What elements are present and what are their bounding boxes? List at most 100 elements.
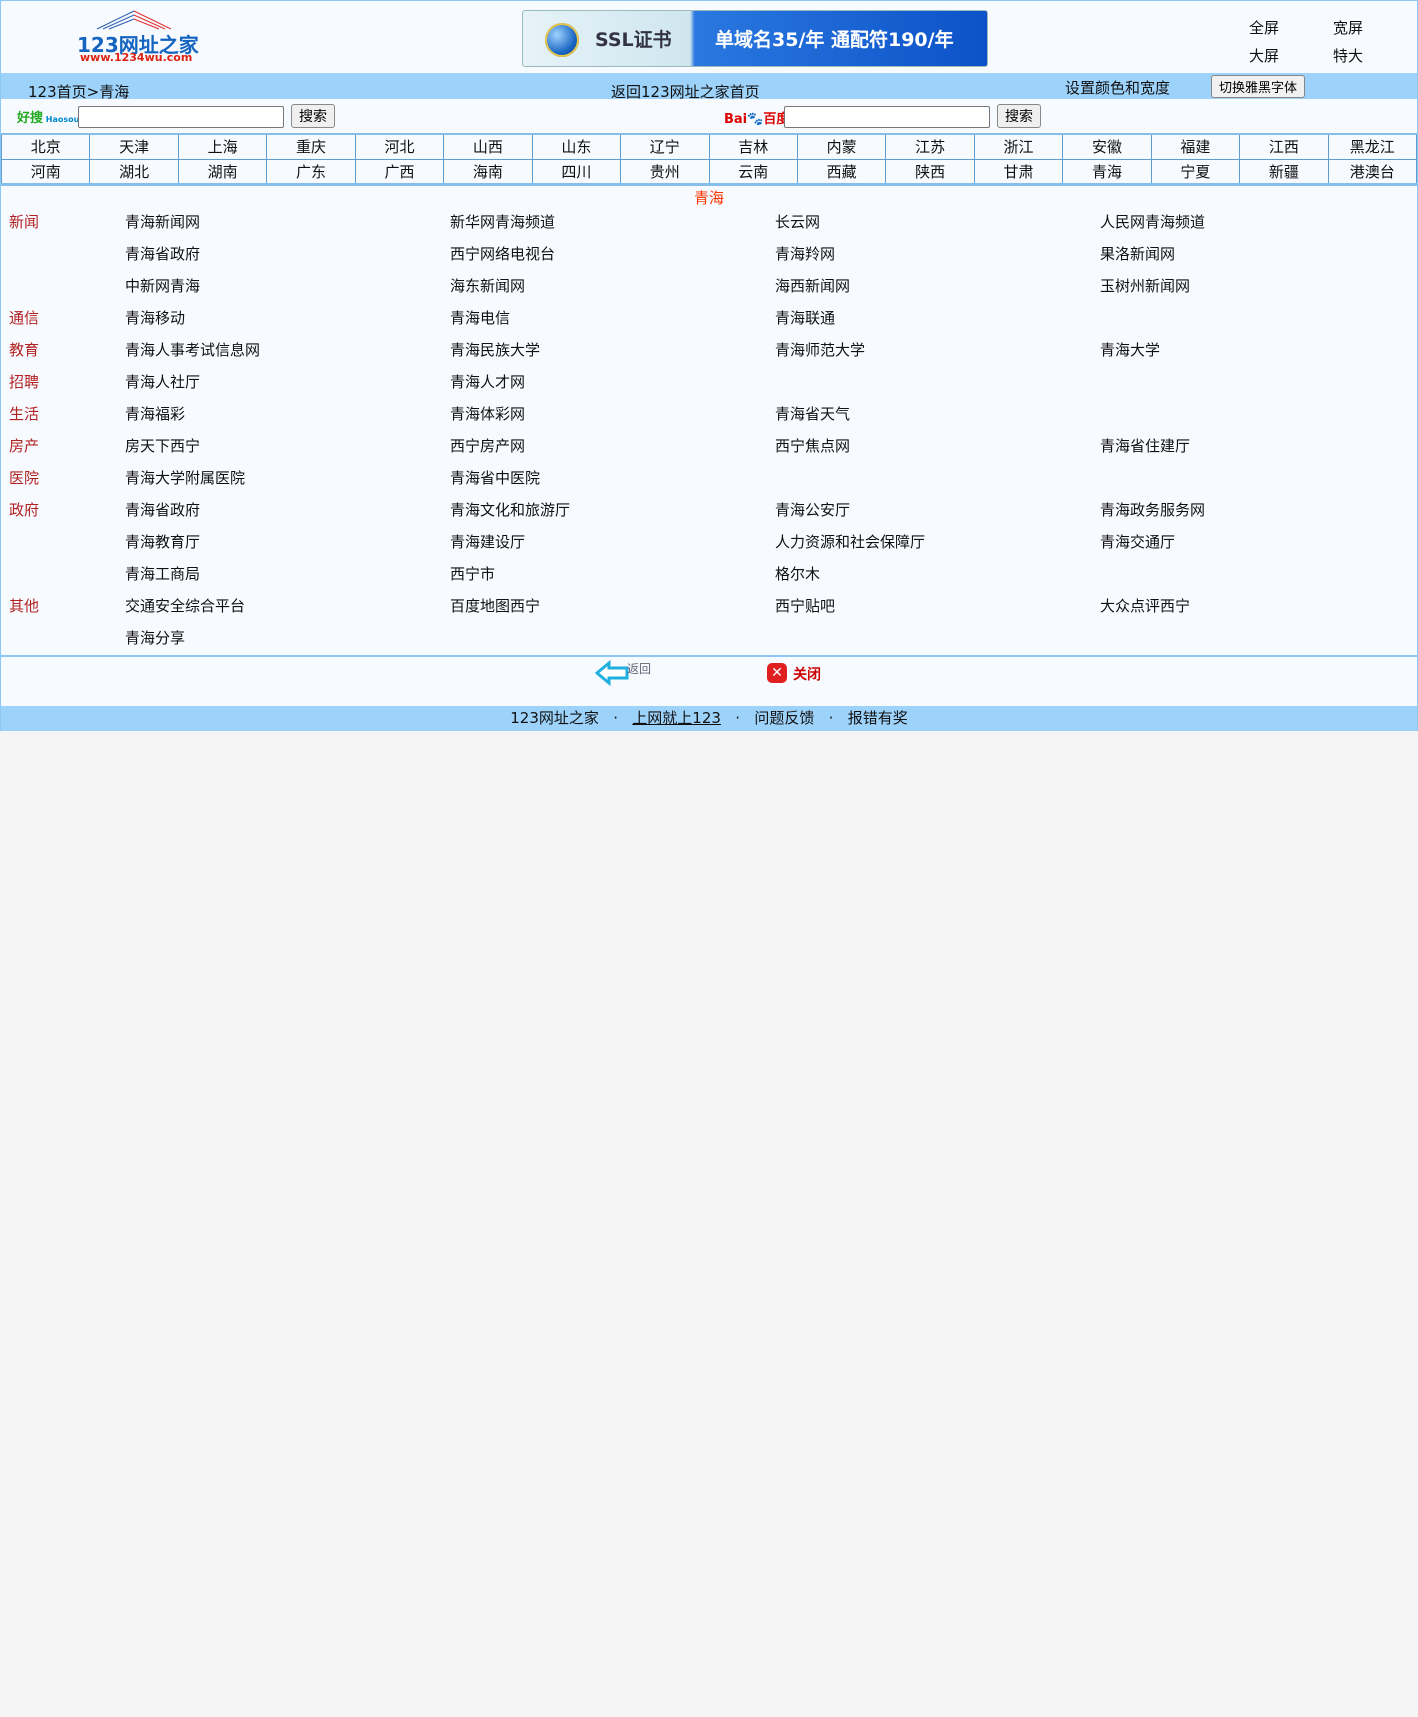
site-link[interactable]: 新华网青海频道 [450,211,555,232]
switch-font-button[interactable]: 切换雅黑字体 [1211,75,1306,98]
site-link[interactable]: 交通安全综合平台 [125,595,245,616]
site-link[interactable]: 青海省政府 [125,499,200,520]
site-link[interactable]: 青海交通厅 [1100,531,1175,552]
site-link[interactable]: 青海大学 [1100,339,1160,360]
site-link[interactable]: 青海省中医院 [450,467,540,488]
site-link[interactable]: 青海省政府 [125,243,200,264]
site-link[interactable]: 人民网青海频道 [1100,211,1205,232]
settings-link[interactable]: 设置颜色和宽度 [1065,77,1170,98]
size-fullscreen[interactable]: 全屏 [1249,17,1279,38]
province-link[interactable]: 湖北 [89,158,179,185]
province-link[interactable]: 辽宁 [620,133,710,160]
province-link[interactable]: 江苏 [885,133,975,160]
site-link[interactable]: 青海政务服务网 [1100,499,1205,520]
site-link[interactable]: 青海大学附属医院 [125,467,245,488]
site-link[interactable]: 青海人才网 [450,371,525,392]
province-link[interactable]: 河南 [0,158,91,185]
site-link[interactable]: 百度地图西宁 [450,595,540,616]
site-link[interactable]: 青海省住建厅 [1100,435,1190,456]
province-link[interactable]: 西藏 [796,158,887,185]
site-link[interactable]: 果洛新闻网 [1100,243,1175,264]
haosou-search-input[interactable] [78,106,284,128]
province-link[interactable]: 港澳台 [1327,158,1418,185]
site-link[interactable]: 青海省天气 [775,403,850,424]
site-link[interactable]: 青海移动 [125,307,185,328]
province-link[interactable]: 山东 [531,133,622,160]
site-link[interactable]: 长云网 [775,211,820,232]
footer-link-feedback[interactable]: 问题反馈 [754,709,814,727]
province-link[interactable]: 广西 [354,158,445,185]
site-link[interactable]: 青海福彩 [125,403,185,424]
site-link[interactable]: 青海分享 [125,627,185,648]
baidu-search-button[interactable]: 搜索 [997,104,1041,128]
site-link[interactable]: 人力资源和社会保障厅 [775,531,925,552]
province-link[interactable]: 福建 [1150,133,1241,160]
site-link[interactable]: 青海文化和旅游厅 [450,499,570,520]
province-link[interactable]: 宁夏 [1150,158,1241,185]
province-link[interactable]: 海南 [443,158,533,185]
section-title: 青海 [693,189,724,207]
site-logo[interactable]: 123网址之家 www.1234wu.com [77,9,199,66]
province-link[interactable]: 内蒙 [796,133,887,160]
back-button[interactable]: 返回 [595,660,653,690]
province-link[interactable]: 上海 [177,133,268,160]
site-link[interactable]: 青海羚网 [775,243,835,264]
province-link[interactable]: 陕西 [885,158,975,185]
site-link[interactable]: 青海联通 [775,307,835,328]
province-link[interactable]: 甘肃 [973,158,1064,185]
home-link[interactable]: 返回123网址之家首页 [611,81,760,102]
province-link[interactable]: 云南 [708,158,798,185]
site-link[interactable]: 青海公安厅 [775,499,850,520]
province-link[interactable]: 吉林 [708,133,798,160]
site-link[interactable]: 青海师范大学 [775,339,865,360]
site-link[interactable]: 青海新闻网 [125,211,200,232]
site-link[interactable]: 青海人事考试信息网 [125,339,260,360]
site-link[interactable]: 青海教育厅 [125,531,200,552]
baidu-logo-icon: Bai🐾百度 [724,112,790,127]
province-link[interactable]: 青海 [1062,158,1152,185]
breadcrumb[interactable]: 123首页>青海 [28,81,129,102]
site-link[interactable]: 海东新闻网 [450,275,525,296]
province-link[interactable]: 河北 [354,133,445,160]
province-link[interactable]: 贵州 [620,158,710,185]
site-link[interactable]: 西宁焦点网 [775,435,850,456]
ssl-banner-ad[interactable]: SSL证书 单域名35/年 通配符190/年 [522,10,988,67]
site-link[interactable]: 西宁房产网 [450,435,525,456]
category-label: 教育 [9,341,40,359]
site-link[interactable]: 青海工商局 [125,563,200,584]
site-link[interactable]: 玉树州新闻网 [1100,275,1190,296]
province-link[interactable]: 黑龙江 [1327,133,1418,160]
site-link[interactable]: 青海人社厅 [125,371,200,392]
province-link[interactable]: 浙江 [973,133,1064,160]
footer-link-home[interactable]: 123网址之家 [510,709,599,727]
baidu-search-input[interactable] [784,106,990,128]
site-link[interactable]: 海西新闻网 [775,275,850,296]
site-link[interactable]: 中新网青海 [125,275,200,296]
haosou-search-button[interactable]: 搜索 [291,104,335,128]
province-link[interactable]: 湖南 [177,158,268,185]
site-link[interactable]: 房天下西宁 [125,435,200,456]
site-link[interactable]: 大众点评西宁 [1100,595,1190,616]
province-link[interactable]: 重庆 [266,133,356,160]
size-extra-large[interactable]: 特大 [1333,45,1363,66]
site-link[interactable]: 青海电信 [450,307,510,328]
province-link[interactable]: 北京 [0,133,91,160]
province-link[interactable]: 四川 [531,158,622,185]
site-link[interactable]: 青海建设厅 [450,531,525,552]
province-link[interactable]: 广东 [266,158,356,185]
site-link[interactable]: 青海体彩网 [450,403,525,424]
site-link[interactable]: 西宁市 [450,563,495,584]
size-widescreen[interactable]: 宽屏 [1333,17,1363,38]
footer-link-slogan[interactable]: 上网就上123 [632,709,721,727]
province-link[interactable]: 天津 [89,133,179,160]
size-large[interactable]: 大屏 [1249,45,1279,66]
footer-link-report[interactable]: 报错有奖 [848,709,908,727]
site-link[interactable]: 青海民族大学 [450,339,540,360]
province-link[interactable]: 江西 [1239,133,1329,160]
site-link[interactable]: 西宁贴吧 [775,595,835,616]
site-link[interactable]: 格尔木 [775,563,820,584]
province-link[interactable]: 山西 [443,133,533,160]
province-link[interactable]: 安徽 [1062,133,1152,160]
site-link[interactable]: 西宁网络电视台 [450,243,555,264]
province-link[interactable]: 新疆 [1239,158,1329,185]
